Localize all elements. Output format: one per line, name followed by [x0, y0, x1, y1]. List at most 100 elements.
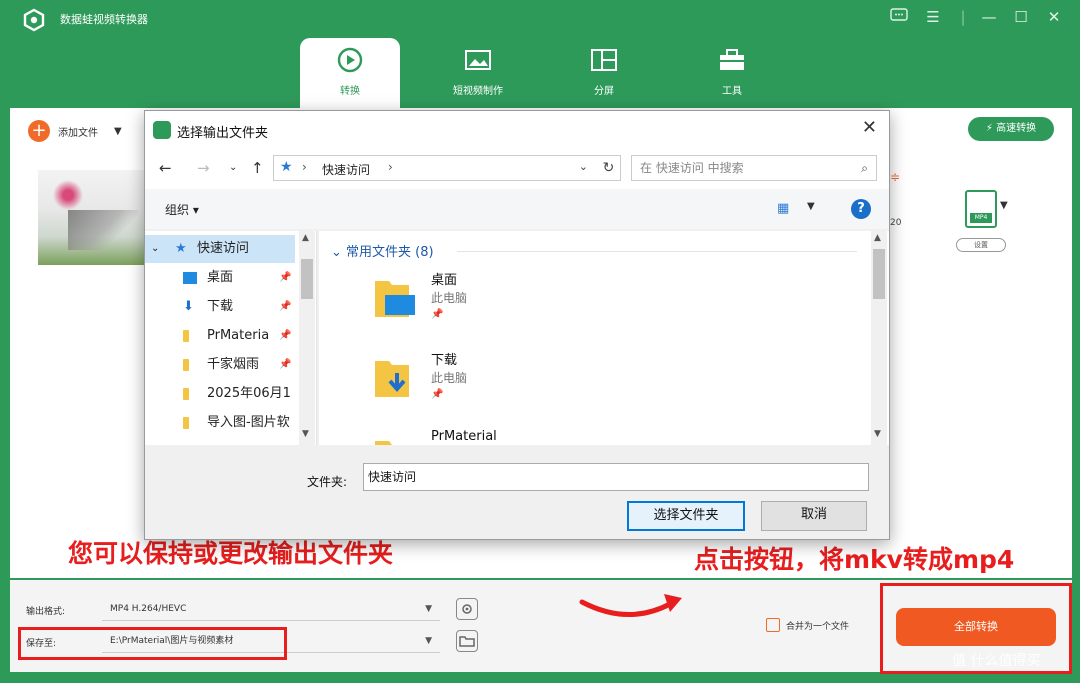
nav-pane-scrollbar[interactable]: ▲ ▼: [299, 231, 315, 445]
merge-option[interactable]: 合并为一个文件: [766, 618, 849, 632]
tab-short-video[interactable]: 短视频制作: [428, 38, 528, 108]
menu-icon[interactable]: ☰: [922, 8, 944, 26]
search-input[interactable]: 在 快速访问 中搜索 ⌕: [631, 155, 877, 181]
split-screen-icon: [591, 49, 617, 71]
view-options-icon[interactable]: ▦: [777, 201, 789, 216]
chevron-down-icon[interactable]: ▼: [807, 201, 815, 212]
format-settings-icon[interactable]: [456, 598, 478, 620]
download-folder-icon: [375, 361, 409, 397]
navigation-row: ← → ⌄ ↑ ★ › 快速访问 › ⌄ ↻ 在 快速访问 中搜索 ⌕: [145, 149, 889, 189]
fast-convert-button[interactable]: ⚡ 高速转换: [968, 117, 1054, 141]
folder-input[interactable]: 快速访问: [363, 463, 869, 491]
nav-item-downloads[interactable]: ⬇ 下载 📌: [145, 293, 295, 321]
organize-menu[interactable]: 组织 ▾: [165, 201, 199, 218]
output-format-select[interactable]: MP4 H.264/HEVC ▼: [102, 597, 440, 621]
folder-name: PrMaterial: [431, 429, 497, 444]
add-file-label: 添加文件: [58, 127, 98, 139]
folder-icon: [183, 330, 189, 342]
navigation-pane: ⌄ ★ 快速访问 桌面 📌 ⬇ 下载 📌 PrMateria 📌 千家烟雨 📌 …: [145, 231, 317, 445]
video-thumbnail[interactable]: [38, 170, 148, 265]
nav-item-prmaterial[interactable]: PrMateria 📌: [145, 322, 295, 350]
folder-name: 桌面: [431, 273, 458, 288]
nav-item-label: PrMateria: [207, 328, 270, 343]
folder-item-desktop[interactable]: 桌面 此电脑 📌: [375, 267, 675, 337]
chevron-down-icon[interactable]: ▼: [1000, 200, 1008, 211]
tab-label: 转换: [340, 86, 360, 97]
chevron-down-icon: ▼: [425, 636, 432, 646]
cancel-button[interactable]: 取消: [761, 501, 867, 531]
content-scrollbar[interactable]: ▲ ▼: [871, 231, 887, 445]
chevron-down-icon[interactable]: ⌄: [151, 235, 159, 263]
folder-location: 此电脑: [431, 371, 468, 385]
merge-label: 合并为一个文件: [786, 621, 850, 632]
close-icon[interactable]: ✕: [862, 117, 877, 138]
folder-item-downloads[interactable]: 下载 此电脑 📌: [375, 347, 675, 417]
folder-icon: [183, 417, 189, 429]
star-icon: ★: [280, 159, 293, 175]
scroll-down-icon[interactable]: ▼: [874, 429, 881, 439]
close-icon[interactable]: ✕: [1043, 8, 1065, 26]
folder-item-prmaterial[interactable]: PrMaterial: [375, 427, 675, 445]
scrollbar-thumb[interactable]: [301, 259, 313, 299]
nav-item-label: 导入图-图片软: [207, 415, 290, 430]
chevron-down-icon[interactable]: ▼: [114, 126, 122, 137]
help-icon[interactable]: ?: [851, 199, 871, 219]
chevron-down-icon[interactable]: ⌄: [229, 162, 237, 173]
scroll-up-icon[interactable]: ▲: [302, 233, 309, 243]
settings-button[interactable]: 设置: [956, 238, 1006, 252]
back-arrow-icon[interactable]: ←: [159, 159, 172, 177]
minimize-icon[interactable]: —: [978, 8, 1000, 26]
fast-convert-label: 高速转换: [996, 123, 1037, 134]
nav-item-label: 快速访问: [197, 241, 250, 256]
tab-convert[interactable]: 转换: [300, 38, 400, 108]
divider: |: [960, 8, 966, 26]
toolbox-icon: [720, 49, 744, 70]
add-file-button[interactable]: + 添加文件 ▼: [28, 120, 122, 142]
chevron-down-icon[interactable]: ⌄: [579, 160, 588, 173]
nav-item-desktop[interactable]: 桌面 📌: [145, 264, 295, 292]
dialog-toolbar: 组织 ▾ ▦ ▼ ?: [145, 189, 889, 229]
plus-icon: +: [28, 120, 50, 142]
tab-tools[interactable]: 工具: [682, 38, 782, 108]
up-arrow-icon[interactable]: ↑: [251, 159, 264, 177]
maximize-icon[interactable]: ☐: [1010, 8, 1032, 26]
image-icon: [465, 50, 491, 70]
nav-item-2025[interactable]: 2025年06月1: [145, 380, 295, 408]
peek-char: ≑: [890, 170, 901, 184]
nav-item-label: 桌面: [207, 270, 234, 285]
red-arrow-icon: [579, 594, 682, 617]
convert-icon: [337, 47, 363, 73]
pin-icon: 📌: [431, 389, 444, 400]
nav-item-quick-access[interactable]: ⌄ ★ 快速访问: [145, 235, 295, 263]
annotation-right: 点击按钮，将mkv转成mp4: [692, 540, 1017, 576]
format-badge-label: MP4: [970, 213, 992, 223]
scroll-down-icon[interactable]: ▼: [302, 429, 309, 439]
tab-split-screen[interactable]: 分屏: [554, 38, 654, 108]
select-folder-button[interactable]: 选择文件夹: [627, 501, 745, 531]
open-folder-icon[interactable]: [456, 630, 478, 652]
output-format-badge[interactable]: MP4: [965, 190, 997, 228]
nav-item-qianjiayanyu[interactable]: 千家烟雨 📌: [145, 351, 295, 379]
tab-label: 工具: [722, 86, 742, 97]
download-arrow-icon: ⬇: [183, 299, 194, 314]
folder-field-label: 文件夹:: [307, 475, 348, 489]
select-output-folder-dialog: 选择输出文件夹 ✕ ← → ⌄ ↑ ★ › 快速访问 › ⌄ ↻ 在 快速访问 …: [144, 110, 890, 540]
address-text: 快速访问: [322, 163, 371, 177]
app-window: 数据蛙视频转换器 ☰ | — ☐ ✕ 转换 短视频制作 分屏 工具 + 添加文件…: [0, 0, 1080, 683]
title-bar: 数据蛙视频转换器 ☰ | — ☐ ✕ 转换 短视频制作 分屏 工具: [0, 0, 1080, 110]
forward-arrow-icon[interactable]: →: [197, 159, 210, 177]
merge-checkbox[interactable]: [766, 618, 780, 632]
feedback-icon[interactable]: [888, 8, 910, 28]
dialog-app-icon: [153, 121, 171, 139]
pin-icon: 📌: [279, 330, 292, 341]
nav-item-import[interactable]: 导入图-图片软: [145, 409, 295, 437]
refresh-icon[interactable]: ↻: [597, 155, 621, 181]
scrollbar-thumb[interactable]: [873, 249, 885, 299]
group-header[interactable]: ⌄ 常用文件夹 (8): [331, 241, 434, 260]
breadcrumb-separator-icon: ›: [302, 160, 307, 174]
scroll-up-icon[interactable]: ▲: [874, 233, 881, 243]
folder-name: 下载: [431, 353, 458, 368]
dialog-title-bar: 选择输出文件夹 ✕: [145, 111, 889, 149]
desktop-icon: [183, 272, 197, 284]
address-bar[interactable]: ★ › 快速访问 › ⌄: [273, 155, 619, 181]
